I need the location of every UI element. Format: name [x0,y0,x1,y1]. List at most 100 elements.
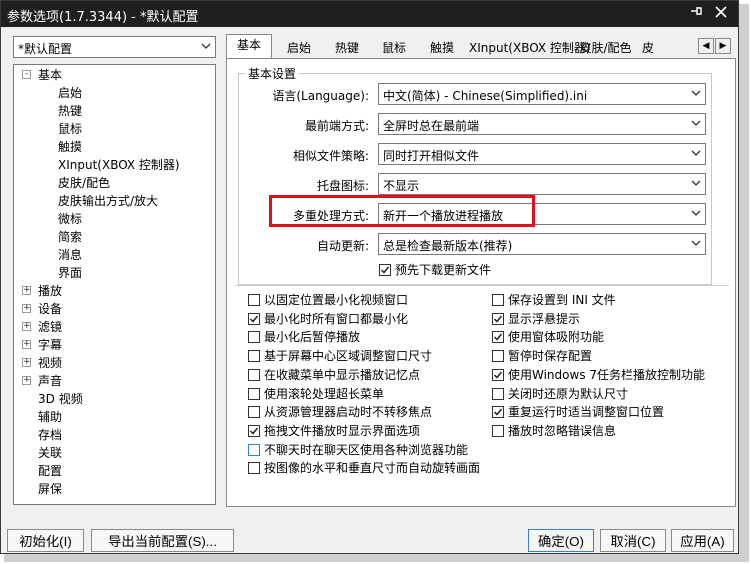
tab-item[interactable]: 鼠标 [372,37,416,58]
tree-item[interactable]: 微标 [58,210,82,228]
checkbox-box [492,312,504,325]
tree-item[interactable]: 存档 [38,426,62,444]
chevron-down-icon [691,240,701,246]
tree-item[interactable]: + 声音 [22,372,63,390]
checkbox-box [248,331,260,344]
settings-panel: 基本设置 语言(Language): 中文(简体) - Chinese(Simpl… [226,58,736,507]
predownload-label: 预先下载更新文件 [395,263,492,277]
tree-item[interactable]: 皮肤/配色 [58,174,110,192]
field-label: 最前端方式: [304,119,369,133]
field-select[interactable]: 不显示 [378,173,706,195]
expand-icon[interactable]: + [22,304,31,313]
tab-item[interactable]: 皮 [639,37,657,58]
chevron-down-icon [691,150,701,156]
tree-item[interactable]: 皮肤输出方式/放大 [58,192,158,210]
tree-item[interactable]: 屏保 [38,480,62,498]
chevron-down-icon [691,210,701,216]
field-select[interactable]: 中文(简体) - Chinese(Simplified).ini [378,83,706,105]
category-tree[interactable]: - 基本 启始 热键 鼠标 触摸 XInput(XBOX 控制器) 皮肤/配色皮肤输出方式/放… [13,64,216,505]
ok-button[interactable]: 确定(O) [528,529,594,552]
checkmark-icon [493,333,503,342]
checkbox-box [248,294,260,306]
tab-scroll-right-icon[interactable]: ▶ [715,38,731,54]
field-label: 语言(Language): [272,89,369,103]
field-select[interactable]: 总是检查最新版本(推荐) [378,233,706,255]
group-title: 基本设置 [245,65,300,82]
field-select[interactable]: 同时打开相似文件 [378,143,706,165]
expand-icon[interactable]: + [22,286,31,295]
field-select[interactable]: 全屏时总在最前端 [378,113,706,135]
option-label: 不聊天时在聊天区使用各种浏览器功能 [264,442,469,457]
tree-item[interactable]: 启始 [58,84,82,102]
checkbox-box [248,350,260,363]
export-config-button[interactable]: 导出当前配置(S)... [91,529,234,552]
tree-item[interactable]: + 字幕 [22,336,62,354]
checkbox-box [492,368,504,381]
expand-icon[interactable]: + [22,340,31,349]
tree-item-label: 声音 [38,374,63,388]
chevron-down-icon [691,90,701,96]
option-label: 显示浮悬提示 [508,311,581,326]
tree-item[interactable]: 界面 [58,264,82,282]
tree-item[interactable]: + 播放 [22,282,62,300]
tree-item[interactable]: 辅助 [38,408,62,426]
option-label: 按图像的水平和垂直尺寸而自动旋转画面 [264,461,481,476]
tree-item[interactable]: - 基本 [22,66,62,84]
tree-item-label: 屏保 [38,482,63,496]
field-value: 总是检查最新版本(推荐) [383,239,513,253]
checkbox-box [492,350,504,363]
collapse-icon[interactable]: - [22,70,31,79]
tab-item[interactable]: 皮肤/配色 [574,37,637,58]
reset-button[interactable]: 初始化(I) [7,529,84,552]
tree-item[interactable]: 热键 [58,102,82,120]
checkbox-box [248,424,260,437]
tree-item[interactable]: + 设备 [22,300,62,318]
option-label: 使用Windows 7任务栏播放控制功能 [508,367,706,382]
tree-item-label: 微标 [58,212,83,226]
checkbox-box [492,424,504,437]
apply-button[interactable]: 应用(A) [671,529,734,552]
tab-item[interactable]: 启始 [276,37,322,58]
field-value: 不显示 [383,179,420,193]
close-button[interactable] [711,4,731,24]
tree-item[interactable]: + 滤镜 [22,318,62,336]
chevron-down-icon [691,120,701,126]
chevron-down-icon [201,43,211,49]
tree-item-label: XInput(XBOX 控制器) [58,158,180,172]
tree-item-label: 简索 [58,230,83,244]
tree-item[interactable]: 3D 视频 [38,390,83,408]
tree-item-label: 界面 [58,266,83,280]
tree-item[interactable]: 消息 [58,246,82,264]
tree-item[interactable]: 简索 [58,228,82,246]
checkbox-box [248,312,260,325]
option-label: 从资源管理器启动时不转移焦点 [264,405,433,420]
tab-scroll-left-icon[interactable]: ◀ [698,38,714,54]
profile-select[interactable]: *默认配置 [13,36,216,58]
option-label: 关闭时还原为默认尺寸 [508,386,629,401]
tree-item[interactable]: 关联 [38,444,62,462]
tree-item[interactable]: 鼠标 [58,120,82,138]
cancel-button[interactable]: 取消(C) [600,529,666,552]
expand-icon[interactable]: + [22,376,31,385]
tree-item[interactable]: 触摸 [58,138,82,156]
checkmark-icon [380,266,390,274]
tab-item[interactable]: 基本 [226,34,272,59]
pin-button[interactable] [687,4,707,24]
tree-item-label: 皮肤输出方式/放大 [58,194,159,208]
highlight-annotation [269,195,535,227]
tree-item[interactable]: 配置 [38,462,62,480]
checkmark-icon [493,371,503,379]
option-label: 在收藏菜单中显示播放记忆点 [264,367,421,382]
tree-item[interactable]: + 视频 [22,354,62,372]
tree-item[interactable]: XInput(XBOX 控制器) [58,156,180,174]
chevron-down-icon [691,180,701,186]
expand-icon[interactable]: + [22,322,31,331]
checkmark-icon [249,427,259,435]
tab-item[interactable]: XInput(XBOX 控制器) [468,37,591,58]
expand-icon[interactable]: + [22,358,31,367]
option-label: 以固定位置最小化视频窗口 [264,293,409,307]
tab-item[interactable]: 触摸 [420,37,464,58]
title-bar[interactable]: 参数选项(1.7.3344) - *默认配置 [1,1,738,27]
field-label: 托盘图标: [316,179,369,193]
tab-item[interactable]: 热键 [326,37,368,58]
